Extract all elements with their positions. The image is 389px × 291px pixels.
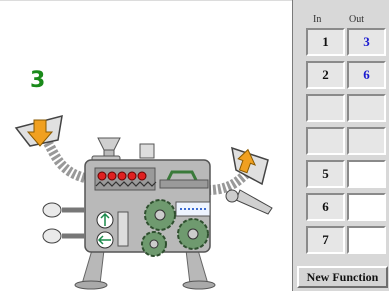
in-out-table: In Out 1 3 2 6 5 6 7 New Function bbox=[292, 0, 389, 291]
table-in-cell-3[interactable] bbox=[306, 94, 345, 122]
machine-chimney bbox=[91, 137, 155, 163]
table-in-cell-6[interactable]: 6 bbox=[306, 193, 345, 221]
top-divider bbox=[0, 0, 292, 1]
table-out-cell-6 bbox=[347, 193, 386, 221]
table-out-cell-5 bbox=[347, 160, 386, 188]
indicator-lights bbox=[97, 171, 147, 181]
output-valve bbox=[225, 189, 239, 203]
bulb-icon bbox=[42, 202, 85, 244]
table-out-cell-2: 6 bbox=[347, 61, 386, 89]
table-in-cell-5[interactable]: 5 bbox=[306, 160, 345, 188]
function-machine bbox=[14, 114, 273, 290]
table-out-cell-3 bbox=[347, 94, 386, 122]
table-out-cell-1: 3 bbox=[347, 28, 386, 56]
current-input-value: 3 bbox=[30, 68, 46, 93]
table-out-cell-7 bbox=[347, 226, 386, 254]
table-in-cell-2[interactable]: 2 bbox=[306, 61, 345, 89]
gauge-left bbox=[96, 231, 114, 249]
table-out-cell-4 bbox=[347, 127, 386, 155]
table-in-cell-1[interactable]: 1 bbox=[306, 28, 345, 56]
new-function-button[interactable]: New Function bbox=[297, 266, 388, 288]
table-in-cell-7[interactable]: 7 bbox=[306, 226, 345, 254]
header-out: Out bbox=[349, 14, 364, 25]
table-in-cell-4[interactable] bbox=[306, 127, 345, 155]
machine-legs bbox=[74, 249, 216, 290]
output-hose bbox=[207, 168, 252, 195]
header-in: In bbox=[313, 14, 322, 25]
gauge-up bbox=[96, 211, 114, 229]
